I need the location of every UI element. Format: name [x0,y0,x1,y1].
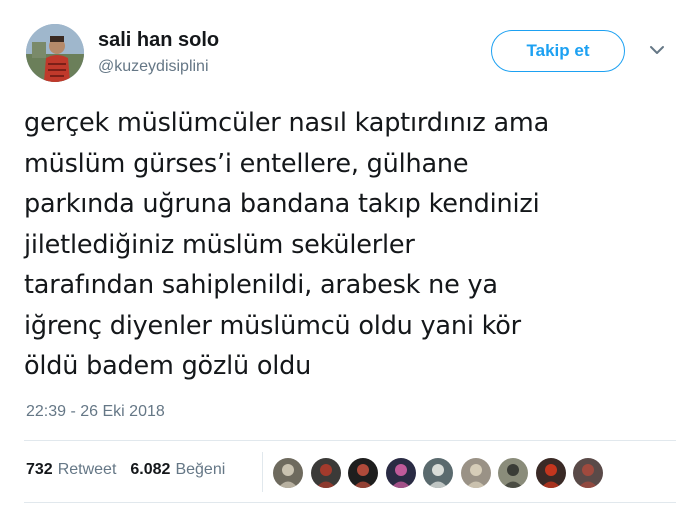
likes-label: Beğeni [175,461,226,478]
user-display-name[interactable]: sali han solo [98,29,219,52]
likes-stat[interactable]: 6.082 Beğeni [130,461,225,479]
tweet-card: sali han solo @kuzeydisiplini Takip et g… [0,0,700,520]
avatar-photo-icon [498,458,528,488]
divider [24,502,676,503]
avatar-photo-icon [423,458,453,488]
user-avatar[interactable] [26,24,84,82]
chevron-down-icon [650,46,664,54]
divider [24,440,676,441]
liker-avatar-2[interactable] [309,457,342,489]
liker-avatar-3[interactable] [347,457,379,489]
liker-avatar-7[interactable] [497,457,529,489]
avatar-photo-icon [310,458,341,488]
user-handle[interactable]: @kuzeydisiplini [98,58,209,76]
avatar-photo-icon [535,458,566,488]
profile-photo-icon [26,24,84,82]
avatar-photo-icon [348,458,378,488]
tweet-text-line: gerçek müslümcüler nasıl kaptırdınız ama [24,108,549,138]
tweet-text-line: öldü badem gözlü oldu [24,351,312,381]
retweets-count: 732 [26,461,53,478]
follow-button[interactable]: Takip et [491,30,625,72]
liker-avatar-8[interactable] [534,457,567,489]
more-options-button[interactable] [647,40,667,60]
tweet-text: gerçek müslümcüler nasıl kaptırdınız ama… [24,103,684,387]
tweet-text-line: parkında uğruna bandana takıp kendinizi [24,189,540,219]
avatar-photo-icon [273,458,303,488]
retweets-label: Retweet [57,461,117,478]
tweet-text-line: müslüm gürses’i entellere, gülhane [24,148,469,179]
liker-avatar-1[interactable] [272,457,304,489]
liker-avatar-4[interactable] [384,457,417,489]
tweet-stats: 732 Retweet 6.082 Beğeni [26,461,239,479]
avatar-photo-icon [573,458,603,488]
tweet-timestamp[interactable]: 22:39 - 26 Eki 2018 [26,403,165,421]
liker-avatars [272,457,610,489]
avatar-photo-icon [460,458,491,488]
tweet-text-line: jiletlediğiniz müslüm sekülerler [24,229,415,260]
avatar-photo-icon [385,458,416,488]
retweets-stat[interactable]: 732 Retweet [26,461,116,479]
liker-avatar-5[interactable] [422,457,454,489]
likes-count: 6.082 [130,461,171,478]
stats-separator [262,452,263,492]
liker-avatar-9[interactable] [572,457,604,489]
tweet-text-line: iğrenç diyenler müslümcü oldu yani kör [24,310,521,341]
tweet-text-line: tarafından sahiplenildi, arabesk ne ya [24,270,498,300]
liker-avatar-6[interactable] [459,457,492,489]
